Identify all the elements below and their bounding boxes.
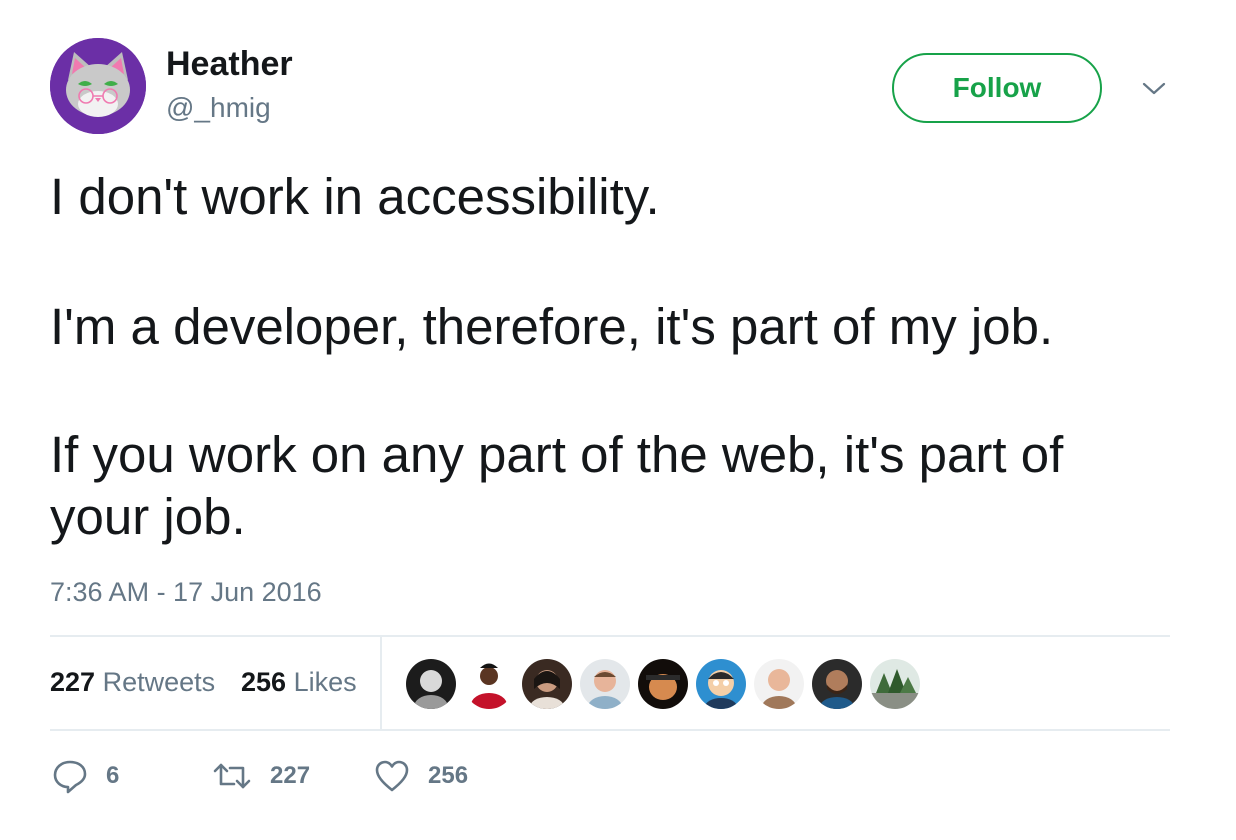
likes-stat[interactable]: 256 Likes bbox=[241, 666, 357, 698]
person-avatar-icon bbox=[812, 659, 862, 709]
like-count: 256 bbox=[428, 762, 469, 789]
follow-button[interactable]: Follow bbox=[892, 53, 1102, 123]
divider bbox=[50, 729, 1170, 731]
person-avatar-icon bbox=[406, 659, 456, 709]
landscape-avatar-icon bbox=[870, 659, 920, 709]
tweet-text-paragraph: If you work on any part of the web, it's… bbox=[50, 426, 1064, 545]
person-avatar-icon bbox=[522, 659, 572, 709]
likes-count: 256 bbox=[241, 667, 287, 697]
like-button[interactable]: 256 bbox=[374, 756, 468, 796]
retweet-button[interactable]: 227 bbox=[212, 756, 310, 796]
liker-avatar[interactable] bbox=[754, 659, 804, 709]
person-avatar-icon bbox=[580, 659, 630, 709]
tweet-text-paragraph: I don't work in accessibility. bbox=[50, 168, 660, 225]
reply-count: 6 bbox=[106, 762, 120, 789]
reply-button[interactable]: 6 bbox=[52, 756, 119, 796]
retweet-count: 227 bbox=[270, 762, 311, 789]
reply-icon bbox=[53, 760, 87, 794]
retweet-icon bbox=[213, 763, 251, 789]
heart-icon bbox=[375, 760, 409, 792]
divider bbox=[50, 635, 1170, 637]
tweet-timestamp[interactable]: 7:36 AM - 17 Jun 2016 bbox=[50, 576, 322, 608]
retweets-stat[interactable]: 227 Retweets bbox=[50, 666, 215, 698]
liker-avatar[interactable] bbox=[870, 659, 920, 709]
author-name[interactable]: Heather bbox=[166, 44, 293, 84]
liker-avatar[interactable] bbox=[406, 659, 456, 709]
liker-avatar[interactable] bbox=[464, 659, 514, 709]
chevron-down-icon bbox=[1142, 82, 1166, 95]
likes-label: Likes bbox=[293, 667, 357, 697]
person-avatar-icon bbox=[638, 659, 688, 709]
liker-avatar[interactable] bbox=[812, 659, 862, 709]
liker-avatar[interactable] bbox=[696, 659, 746, 709]
liker-avatar[interactable] bbox=[580, 659, 630, 709]
stats-divider bbox=[380, 637, 382, 729]
more-options-button[interactable] bbox=[1136, 74, 1172, 104]
liker-avatar[interactable] bbox=[522, 659, 572, 709]
author-avatar[interactable] bbox=[50, 38, 146, 134]
person-avatar-icon bbox=[464, 659, 514, 709]
person-avatar-icon bbox=[754, 659, 804, 709]
liker-avatar[interactable] bbox=[638, 659, 688, 709]
cartoon-avatar-icon bbox=[696, 659, 746, 709]
retweets-label: Retweets bbox=[102, 667, 216, 697]
tweet-text-paragraph: I'm a developer, therefore, it's part of… bbox=[50, 298, 1054, 355]
cat-avatar-icon bbox=[50, 38, 146, 134]
liker-avatars bbox=[406, 659, 920, 709]
retweets-count: 227 bbox=[50, 667, 96, 697]
author-handle[interactable]: @_hmig bbox=[166, 91, 271, 125]
